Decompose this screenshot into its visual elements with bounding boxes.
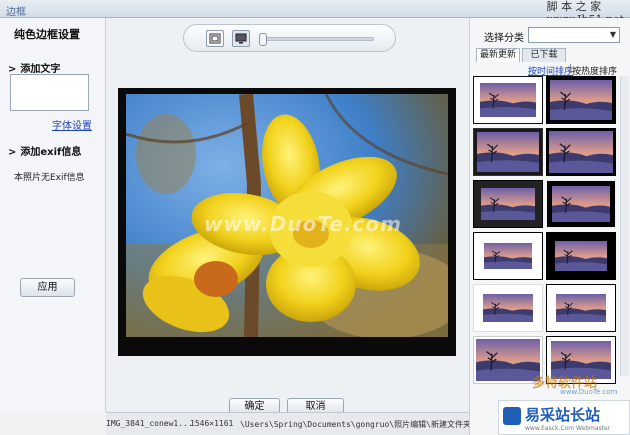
status-bar: IMG_3841_conew1... 1546×1161 \Users\Spri… <box>106 412 469 435</box>
exif-note: 本照片无Exif信息 <box>14 173 85 183</box>
fit-to-window-icon <box>209 33 221 44</box>
title-bar: 边框 脚 本 之 家 www.Jb51.net <box>0 0 630 26</box>
photo-image: www.DuoTe.com <box>126 94 448 337</box>
sunset-landscape-image <box>480 83 536 117</box>
add-text-section[interactable]: > 添加文字 <box>8 60 60 75</box>
sunset-landscape-image <box>549 131 613 173</box>
view-toolbar <box>183 24 396 52</box>
apply-button[interactable]: 应用 <box>20 278 75 297</box>
frame-thumbnail[interactable] <box>546 128 616 176</box>
duote-logo-url: www.DuoTe.com <box>560 388 618 396</box>
preview-area: www.DuoTe.com 确定 取消 <box>106 18 469 415</box>
add-exif-section[interactable]: > 添加exif信息 <box>8 143 81 158</box>
status-filename: IMG_3841_conew1... <box>106 419 193 428</box>
sunset-landscape-image <box>483 294 533 322</box>
frame-thumbnail[interactable] <box>546 232 616 280</box>
zoom-slider-knob[interactable] <box>259 33 267 46</box>
chevron-down-icon: ▼ <box>609 30 616 39</box>
frame-thumbnail[interactable] <box>473 180 543 228</box>
yicai-logo-name: 易采站长站 <box>525 406 601 424</box>
monitor-icon <box>235 33 247 44</box>
sunset-landscape-image <box>555 241 607 271</box>
text-input[interactable] <box>10 74 89 111</box>
category-select[interactable]: ▼ <box>528 27 620 43</box>
frame-thumbnail[interactable] <box>473 232 543 280</box>
status-path: \Users\Spring\Documents\gongruo\照片编辑\新建文… <box>240 420 469 429</box>
yicai-logo-url: www.Easck.Com Webmaster <box>525 425 611 432</box>
add-exif-label: 添加exif信息 <box>20 147 82 158</box>
frame-thumbnail[interactable] <box>473 76 543 124</box>
yicai-logo-mark <box>503 407 521 425</box>
frame-thumbnail[interactable] <box>546 180 616 228</box>
sunset-landscape-image <box>556 294 606 322</box>
fit-to-window-button[interactable] <box>206 30 224 47</box>
status-dimensions: 1546×1161 <box>190 419 234 428</box>
sunset-landscape-image <box>481 188 535 220</box>
vertical-scrollbar[interactable] <box>620 76 629 376</box>
sunset-landscape-image <box>552 186 610 222</box>
actual-size-button[interactable] <box>232 30 250 47</box>
tab-latest[interactable]: 最新更新 <box>476 48 520 62</box>
font-settings-link[interactable]: 字体设置 <box>52 117 92 132</box>
tab-downloaded[interactable]: 已下载 <box>522 48 566 62</box>
sunset-landscape-image <box>477 132 539 172</box>
sunset-landscape-image <box>550 80 612 120</box>
zoom-slider[interactable] <box>259 33 374 46</box>
sunset-landscape-image <box>476 339 540 381</box>
panel-heading: 纯色边框设置 <box>14 28 80 41</box>
frame-thumbnail[interactable] <box>473 284 543 332</box>
photo-watermark: www.DuoTe.com <box>204 212 402 236</box>
frame-thumbnail[interactable] <box>546 284 616 332</box>
frame-thumbnail[interactable] <box>546 76 616 124</box>
chevron-right-icon: > <box>8 147 17 158</box>
framed-photo-preview: www.DuoTe.com <box>118 88 456 356</box>
sunset-landscape-image <box>484 243 532 269</box>
yicai-logo: 易采站长站 www.Easck.Com Webmaster <box>498 400 630 435</box>
frame-thumbnail[interactable] <box>473 128 543 176</box>
category-label: 选择分类 <box>484 33 524 44</box>
left-panel: 纯色边框设置 > 添加文字 字体设置 > 添加exif信息 本照片无Exif信息 应… <box>0 18 106 412</box>
window-title: 边框 <box>6 7 26 18</box>
